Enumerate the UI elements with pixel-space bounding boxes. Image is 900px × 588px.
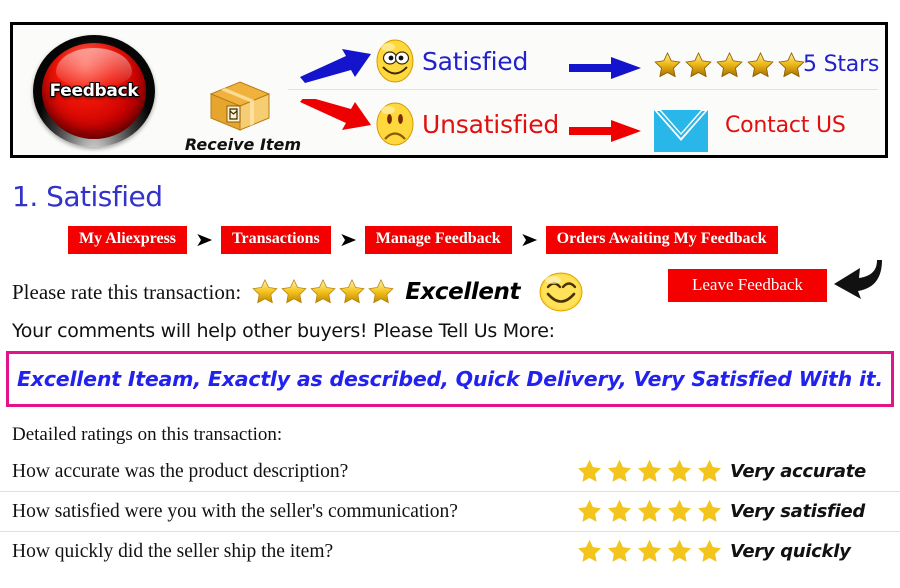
star-icon[interactable] — [636, 498, 663, 525]
star-icon[interactable] — [636, 458, 663, 485]
transaction-star-rating[interactable] — [251, 278, 395, 306]
rating-question: How accurate was the product description… — [12, 460, 349, 482]
feedback-button-label: Feedback — [49, 81, 139, 101]
rate-transaction-label: Please rate this transaction: — [12, 279, 242, 304]
breadcrumb-item-orders-awaiting-my-feedback[interactable]: Orders Awaiting My Feedback — [545, 226, 778, 254]
breadcrumb-item-manage-feedback[interactable]: Manage Feedback — [364, 226, 512, 254]
star-icon[interactable] — [636, 538, 663, 565]
chevron-right-icon: ➤ — [338, 228, 357, 251]
leave-feedback-button[interactable]: Leave Feedback — [668, 269, 827, 302]
star-icon[interactable] — [576, 498, 603, 525]
star-icon[interactable] — [309, 278, 337, 306]
star-icon — [654, 51, 681, 78]
star-icon — [778, 51, 805, 78]
star-icon[interactable] — [666, 458, 693, 485]
table-row: How accurate was the product description… — [0, 452, 900, 491]
smiley-happy-icon — [376, 39, 414, 83]
rating-word: Excellent — [405, 279, 521, 305]
rating-value: Very quickly — [730, 541, 851, 562]
star-icon[interactable] — [666, 538, 693, 565]
unsatisfied-label: Unsatisfied — [422, 110, 560, 139]
rating-question: How satisfied were you with the seller's… — [12, 500, 458, 522]
star-icon[interactable] — [280, 278, 308, 306]
page-title: 1. Satisfied — [12, 180, 163, 213]
breadcrumb-item-my-aliexpress[interactable]: My Aliexpress — [68, 226, 188, 254]
star-icon[interactable] — [606, 538, 633, 565]
receive-item-label: Receive Item — [184, 135, 302, 154]
rate-transaction-row: Please rate this transaction: Excellent — [12, 272, 584, 312]
star-icon — [716, 51, 743, 78]
star-icon[interactable] — [696, 458, 723, 485]
satisfied-label: Satisfied — [422, 47, 529, 76]
star-icon[interactable] — [666, 498, 693, 525]
red-arrow-icon — [300, 99, 371, 130]
star-icon — [747, 51, 774, 78]
breadcrumb-item-transactions[interactable]: Transactions — [221, 226, 331, 254]
star-icon — [685, 51, 712, 78]
comment-textbox[interactable]: Excellent Iteam, Exactly as described, Q… — [6, 351, 894, 407]
banner-row-divider — [288, 89, 878, 90]
rating-star-group[interactable] — [576, 538, 723, 565]
smiley-sad-icon — [376, 102, 414, 146]
package-box-icon — [209, 81, 271, 131]
smiley-happy-icon — [539, 272, 583, 312]
star-icon[interactable] — [251, 278, 279, 306]
rating-value: Very satisfied — [730, 501, 865, 522]
red-arrow-icon-2 — [569, 120, 641, 142]
rating-value: Very accurate — [730, 461, 866, 482]
blue-arrow-icon — [300, 49, 371, 83]
contact-us-label: Contact US — [725, 113, 846, 138]
star-icon[interactable] — [576, 538, 603, 565]
chevron-right-icon: ➤ — [519, 228, 538, 251]
feedback-flow-banner: Feedback Receive Item Satisfied Unsatisf… — [10, 22, 888, 158]
five-stars-label: 5 Stars — [803, 52, 880, 77]
table-row: How satisfied were you with the seller's… — [0, 491, 900, 531]
star-icon[interactable] — [338, 278, 366, 306]
detailed-ratings-title: Detailed ratings on this transaction: — [12, 424, 283, 445]
rating-star-group[interactable] — [576, 498, 723, 525]
star-icon[interactable] — [606, 498, 633, 525]
star-icon[interactable] — [367, 278, 395, 306]
detailed-ratings-table: How accurate was the product description… — [0, 452, 900, 571]
table-row: How quickly did the seller ship the item… — [0, 531, 900, 571]
breadcrumb: My Aliexpress ➤ Transactions ➤ Manage Fe… — [68, 226, 778, 254]
star-icon[interactable] — [696, 538, 723, 565]
chevron-right-icon: ➤ — [194, 228, 214, 251]
star-icon[interactable] — [696, 498, 723, 525]
feedback-button-graphic: Feedback — [33, 35, 155, 147]
banner-star-rating — [653, 51, 806, 80]
comment-text-value: Excellent Iteam, Exactly as described, Q… — [17, 367, 883, 391]
rating-question: How quickly did the seller ship the item… — [12, 540, 334, 562]
curved-pointer-arrow-icon — [834, 260, 882, 299]
star-icon[interactable] — [576, 458, 603, 485]
comment-prompt-label: Your comments will help other buyers! Pl… — [12, 320, 555, 342]
rating-star-group[interactable] — [576, 458, 723, 485]
star-icon[interactable] — [606, 458, 633, 485]
blue-arrow-icon-2 — [569, 57, 641, 79]
envelope-icon — [654, 110, 708, 152]
